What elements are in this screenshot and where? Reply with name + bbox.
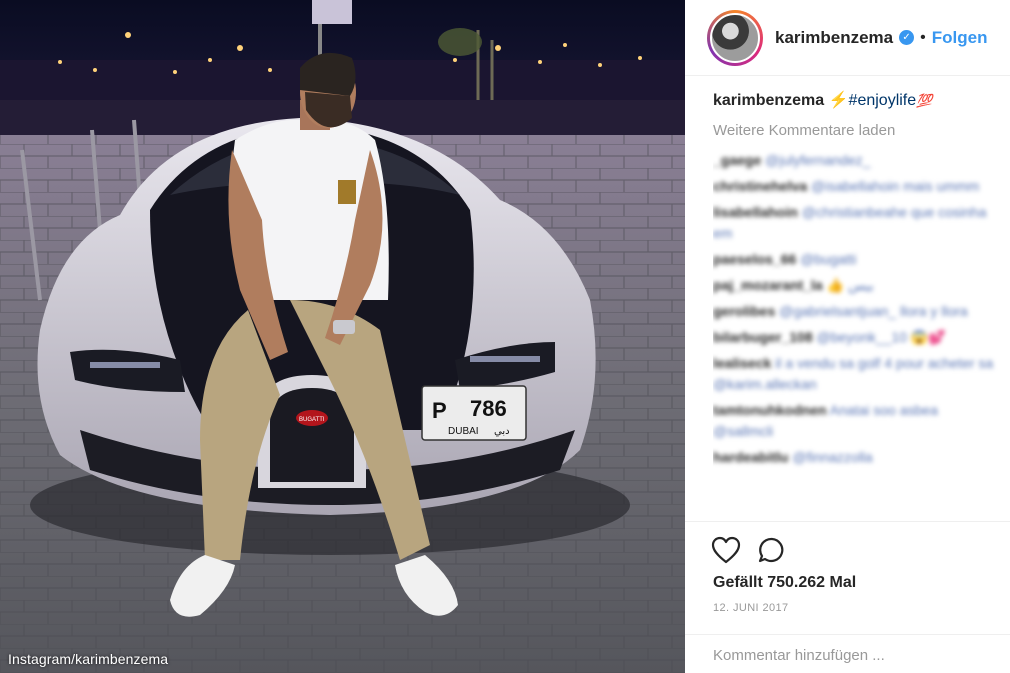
comment-item: paeselos_66 @bugatti <box>713 249 998 270</box>
comment-text: @gabrielsantjuan_ llora y llora <box>779 303 968 319</box>
photo-credit: Instagram/karimbenzema <box>8 651 169 667</box>
grille-badge: BUGATTI <box>299 417 325 423</box>
caption-username[interactable]: karimbenzema <box>713 92 824 109</box>
comment-list: _gaege @julyfernandez_ christinehelva @i… <box>713 150 998 520</box>
comment-username[interactable]: tamtonuhkodnen <box>713 402 827 418</box>
comment-username[interactable]: lealiseck <box>713 355 771 371</box>
comment-username[interactable]: gerolibes <box>713 303 775 319</box>
caption-emoji-bolt: ⚡ <box>828 92 849 109</box>
load-more-comments[interactable]: Weitere Kommentare laden <box>713 122 895 139</box>
comment-username[interactable]: _gaege <box>713 152 761 168</box>
plate-arabic: دبي <box>494 426 510 437</box>
post-photo[interactable]: P 786 DUBAI دبي BUGATTI Instagram/karimb… <box>0 0 685 673</box>
avatar-image <box>710 12 760 63</box>
heart-icon[interactable] <box>711 536 741 564</box>
comment-item: gerolibes @gabrielsantjuan_ llora y llor… <box>713 301 998 322</box>
comment-username[interactable]: paeselos_66 <box>713 251 796 267</box>
comment-text: @finnazzolla <box>792 449 873 465</box>
post-side-panel: karimbenzema ✓ • Folgen karimbenzema ⚡#e… <box>685 0 1010 673</box>
comment-item: hardeabitlu @finnazzolla <box>713 447 998 468</box>
comment-text: @isabellahoin mais ummm <box>811 178 980 194</box>
caption-emoji-hundred: 💯 <box>916 93 933 108</box>
comment-username[interactable]: paj_mozarant_la <box>713 277 823 293</box>
post-actions: Gefällt 750.262 Mal 12. JUNI 2017 <box>685 521 1010 673</box>
header-username[interactable]: karimbenzema <box>775 28 893 48</box>
comment-item: bilarbuger_108 @beyonk__10 😱💕 <box>713 327 998 348</box>
comment-item: lealiseck il a vendu sa golf 4 pour ache… <box>713 353 998 395</box>
follow-button[interactable]: Folgen <box>932 28 988 48</box>
comment-text: @bugatti <box>800 251 857 267</box>
post-header: karimbenzema ✓ • Folgen <box>685 0 1010 76</box>
comment-item: paj_mozarant_la 👍 بيس <box>713 275 998 296</box>
post-date: 12. JUNI 2017 <box>713 602 789 614</box>
caption-hashtag[interactable]: #enjoylife <box>849 92 917 109</box>
comment-username[interactable]: bilarbuger_108 <box>713 329 813 345</box>
comment-text: 👍 بيس <box>826 277 874 293</box>
comment-text: @beyonk__10 😱💕 <box>816 329 946 345</box>
photo-scene: P 786 DUBAI دبي BUGATTI <box>0 0 685 673</box>
comment-item: _gaege @julyfernandez_ <box>713 150 998 171</box>
comment-item: lisabellahoin @christianbeahe que cosinh… <box>713 202 998 244</box>
plate-number: 786 <box>470 396 507 421</box>
verified-check-icon: ✓ <box>899 30 915 45</box>
action-icons <box>711 536 787 564</box>
plate-city: DUBAI <box>448 426 479 437</box>
avatar[interactable] <box>707 9 763 66</box>
comment-input[interactable] <box>713 647 993 664</box>
comment-item: christinehelva @isabellahoin mais ummm <box>713 176 998 197</box>
comment-username[interactable]: christinehelva <box>713 178 807 194</box>
add-comment-bar <box>685 634 1010 673</box>
header-separator: • <box>920 28 926 46</box>
post-caption: karimbenzema ⚡#enjoylife💯 <box>713 90 1003 112</box>
comment-bubble-icon[interactable] <box>757 536 787 564</box>
likes-count[interactable]: Gefällt 750.262 Mal <box>713 574 856 592</box>
comment-item: tamtonuhkodnen Anatai soo asbea @sallmcl… <box>713 400 998 442</box>
comment-username[interactable]: hardeabitlu <box>713 449 788 465</box>
comment-text: @julyfernandez_ <box>765 152 871 168</box>
plate-letter: P <box>432 398 447 423</box>
comment-username[interactable]: lisabellahoin <box>713 204 798 220</box>
